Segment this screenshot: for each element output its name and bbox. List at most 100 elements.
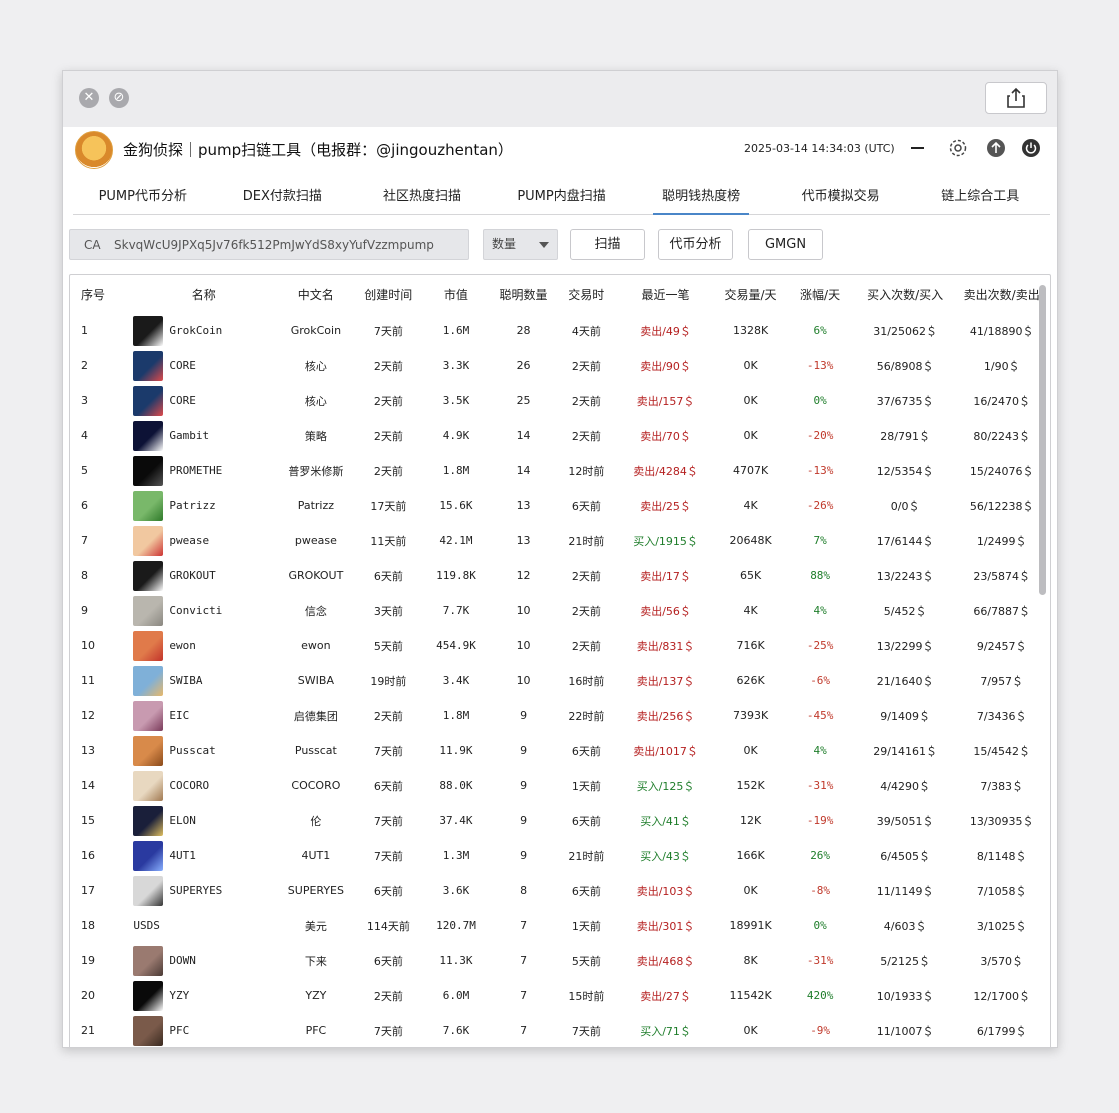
- header-cname: 中文名: [297, 287, 334, 302]
- token-avatar: [133, 945, 164, 976]
- table-row[interactable]: 9 Convicti 信念 3天前 7.7K 10 2天前 卖出/56＄ 4K …: [70, 593, 1050, 628]
- cell-mcap: 120.7M: [436, 919, 476, 932]
- tab-simulated-trade[interactable]: 代币模拟交易: [771, 187, 911, 214]
- header-vol: 交易量/天: [724, 287, 777, 302]
- tab-dex-scan[interactable]: DEX付款扫描: [213, 187, 353, 214]
- table-row[interactable]: 18 USDS 美元 114天前 120.7M 7 1天前 卖出/301＄ 18…: [70, 908, 1050, 943]
- cell-mcap: 3.6K: [442, 884, 470, 897]
- share-button[interactable]: [985, 82, 1047, 114]
- cell-sell: 8/1148＄: [976, 849, 1027, 863]
- cell-idx: 19: [81, 954, 95, 967]
- cell-buy: 11/1149＄: [876, 884, 934, 898]
- tab-community-scan[interactable]: 社区热度扫描: [352, 187, 492, 214]
- cell-change: -19%: [806, 814, 834, 827]
- tab-pump-inner-scan[interactable]: PUMP内盘扫描: [492, 187, 632, 214]
- cell-created: 11天前: [370, 534, 407, 548]
- token-name: EIC: [169, 709, 190, 722]
- cell-vol: 20648K: [729, 534, 772, 547]
- table-row[interactable]: 19 DOWN 下来 6天前 11.3K 7 5天前 卖出/468＄ 8K -3…: [70, 943, 1050, 978]
- cell-buy: 21/1640＄: [876, 674, 934, 688]
- table-row[interactable]: 17 SUPERYES SUPERYES 6天前 3.6K 8 6天前 卖出/1…: [70, 873, 1050, 908]
- upload-icon[interactable]: [985, 137, 1007, 159]
- token-avatar: [133, 700, 164, 731]
- header-name: 名称: [191, 287, 216, 302]
- cell-change: -26%: [806, 499, 834, 512]
- table-row[interactable]: 7 pwease pwease 11天前 42.1M 13 21时前 买入/19…: [70, 523, 1050, 558]
- cell-vol: 18991K: [729, 919, 772, 932]
- close-icon[interactable]: ✕: [79, 88, 99, 108]
- cell-vol: 0K: [743, 744, 758, 757]
- cell-cname: 4UT1: [301, 849, 331, 862]
- quantity-select[interactable]: 数量: [483, 229, 558, 260]
- token-avatar: [133, 560, 164, 591]
- cell-created: 2天前: [373, 989, 403, 1003]
- cell-cname: Pusscat: [294, 744, 337, 757]
- cell-trade: 4天前: [571, 324, 601, 338]
- cell-idx: 7: [81, 534, 88, 547]
- tab-smart-money[interactable]: 聪明钱热度榜: [631, 187, 771, 215]
- app-header: 金狗侦探｜pump扫链工具（电报群：@jingouzhentan） 2025-0…: [63, 127, 1057, 173]
- cell-last-trade: 卖出/256＄: [636, 709, 695, 723]
- cell-vol: 4K: [743, 604, 758, 617]
- cell-mcap: 454.9K: [436, 639, 476, 652]
- table-row[interactable]: 15 ELON 伦 7天前 37.4K 9 6天前 买入/41＄ 12K -19…: [70, 803, 1050, 838]
- cell-vol: 0K: [743, 429, 758, 442]
- cell-idx: 8: [81, 569, 88, 582]
- table-row[interactable]: 20 YZY YZY 2天前 6.0M 7 15时前 卖出/27＄ 11542K…: [70, 978, 1050, 1013]
- table-row[interactable]: 13 Pusscat Pusscat 7天前 11.9K 9 6天前 卖出/10…: [70, 733, 1050, 768]
- cell-idx: 1: [81, 324, 88, 337]
- tab-pump-analysis[interactable]: PUMP代币分析: [73, 187, 213, 214]
- cell-trade: 22时前: [568, 709, 605, 723]
- cell-smart: 28: [516, 324, 531, 337]
- table-row[interactable]: 5 PROMETHE 普罗米修斯 2天前 1.8M 14 12时前 卖出/428…: [70, 453, 1050, 488]
- cell-created: 6天前: [373, 954, 403, 968]
- cell-change: 26%: [810, 849, 831, 862]
- scrollbar[interactable]: [1039, 285, 1046, 595]
- cell-change: -13%: [806, 464, 834, 477]
- table-row[interactable]: 21 PFC PFC 7天前 7.6K 7 7天前 买入/71＄ 0K -9% …: [70, 1013, 1050, 1047]
- minimize-icon[interactable]: [906, 137, 928, 159]
- cell-trade: 2天前: [571, 359, 601, 373]
- table-row[interactable]: 6 Patrizz Patrizz 17天前 15.6K 13 6天前 卖出/2…: [70, 488, 1050, 523]
- cell-change: 4%: [813, 744, 827, 757]
- cell-name: ewon: [128, 630, 279, 661]
- cell-created: 3天前: [373, 604, 403, 618]
- cell-trade: 2天前: [571, 639, 601, 653]
- cell-idx: 10: [81, 639, 95, 652]
- table-row[interactable]: 1 GrokCoin GrokCoin 7天前 1.6M 28 4天前 卖出/4…: [70, 313, 1050, 348]
- gmgn-button[interactable]: GMGN: [748, 229, 823, 260]
- tab-onchain-tools[interactable]: 链上综合工具: [910, 187, 1050, 214]
- table-row[interactable]: 14 COCORO COCORO 6天前 88.0K 9 1天前 买入/125＄…: [70, 768, 1050, 803]
- table-row[interactable]: 4 Gambit 策略 2天前 4.9K 14 2天前 卖出/70＄ 0K -2…: [70, 418, 1050, 453]
- cell-idx: 17: [81, 884, 95, 897]
- ca-input[interactable]: CA SkvqWcU9JPXq5Jv76fk512PmJwYdS8xyYufVz…: [69, 229, 469, 260]
- token-name: Patrizz: [169, 499, 216, 512]
- cell-vol: 0K: [743, 359, 758, 372]
- cell-buy: 4/4290＄: [880, 779, 930, 793]
- cell-idx: 13: [81, 744, 95, 757]
- cell-idx: 3: [81, 394, 88, 407]
- table-row[interactable]: 3 CORE 核心 2天前 3.5K 25 2天前 卖出/157＄ 0K 0% …: [70, 383, 1050, 418]
- gear-icon[interactable]: [947, 137, 969, 159]
- table-row[interactable]: 2 CORE 核心 2天前 3.3K 26 2天前 卖出/90＄ 0K -13%…: [70, 348, 1050, 383]
- cell-vol: 11542K: [729, 989, 772, 1002]
- table-row[interactable]: 8 GROKOUT GROKOUT 6天前 119.8K 12 2天前 卖出/1…: [70, 558, 1050, 593]
- cell-smart: 13: [516, 499, 531, 512]
- cell-name: DOWN: [128, 945, 279, 976]
- cell-vol: 0K: [743, 884, 758, 897]
- power-icon[interactable]: [1020, 137, 1042, 159]
- cell-buy: 10/1933＄: [876, 989, 934, 1003]
- cell-created: 17天前: [370, 499, 407, 513]
- table-row[interactable]: 12 EIC 启德集团 2天前 1.8M 9 22时前 卖出/256＄ 7393…: [70, 698, 1050, 733]
- table-row[interactable]: 10 ewon ewon 5天前 454.9K 10 2天前 卖出/831＄ 7…: [70, 628, 1050, 663]
- cell-idx: 4: [81, 429, 88, 442]
- minimize-icon[interactable]: ⊘: [109, 88, 129, 108]
- table-row[interactable]: 16 4UT1 4UT1 7天前 1.3M 9 21时前 买入/43＄ 166K…: [70, 838, 1050, 873]
- scan-button[interactable]: 扫描: [570, 229, 645, 260]
- cell-sell: 13/30935＄: [969, 814, 1034, 828]
- cell-buy: 4/603＄: [883, 919, 927, 933]
- analyze-button[interactable]: 代币分析: [658, 229, 733, 260]
- cell-cname: 策略: [304, 429, 327, 443]
- cell-created: 7天前: [373, 814, 403, 828]
- table-row[interactable]: 11 SWIBA SWIBA 19时前 3.4K 10 16时前 卖出/137＄…: [70, 663, 1050, 698]
